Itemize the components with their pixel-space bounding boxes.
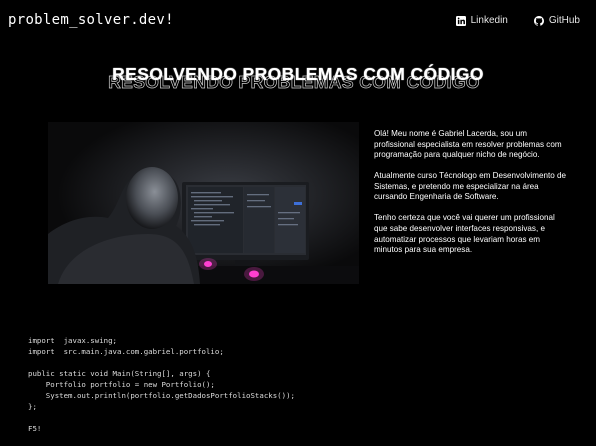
- linkedin-icon: [455, 15, 466, 26]
- code-line: };: [28, 402, 37, 411]
- nav-link-github[interactable]: GitHub: [533, 15, 580, 26]
- code-snippet: import javax.swing; import src.main.java…: [28, 335, 295, 434]
- top-nav: Linkedin GitHub: [455, 15, 580, 26]
- nav-link-label: Linkedin: [470, 15, 508, 26]
- code-line: System.out.println(portfolio.getDadosPor…: [28, 391, 295, 400]
- code-line: import src.main.java.com.gabriel.portfol…: [28, 347, 224, 356]
- site-brand[interactable]: problem_solver.dev!: [8, 12, 174, 28]
- about-paragraph: Olá! Meu nome é Gabriel Lacerda, sou um …: [374, 129, 562, 160]
- hero-title: RESOLVENDO PROBLEMAS COM CÓDIGO RESOLVEN…: [0, 64, 596, 94]
- nav-link-linkedin[interactable]: Linkedin: [455, 15, 508, 26]
- code-line: F5!: [28, 424, 42, 433]
- code-line: Portfolio portfolio = new Portfolio();: [28, 380, 215, 389]
- code-line: public static void Main(String[], args) …: [28, 369, 211, 378]
- github-icon: [533, 15, 544, 26]
- code-line: import javax.swing;: [28, 336, 117, 345]
- about-paragraph: Tenho certeza que você vai querer um pro…: [374, 213, 555, 255]
- about-section: Olá! Meu nome é Gabriel Lacerda, sou um …: [374, 129, 570, 266]
- about-paragraph: Atualmente curso Técnologo em Desenvolvi…: [374, 171, 566, 202]
- hero-title-text: RESOLVENDO PROBLEMAS COM CÓDIGO: [112, 64, 484, 84]
- nav-link-label: GitHub: [548, 15, 580, 26]
- developer-photo: [48, 122, 359, 284]
